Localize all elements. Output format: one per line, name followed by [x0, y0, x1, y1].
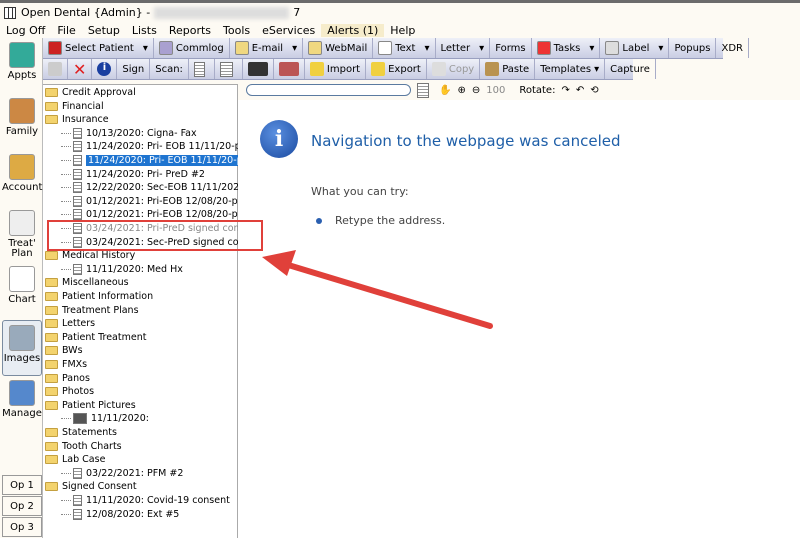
- annotation-arrow: [262, 250, 493, 329]
